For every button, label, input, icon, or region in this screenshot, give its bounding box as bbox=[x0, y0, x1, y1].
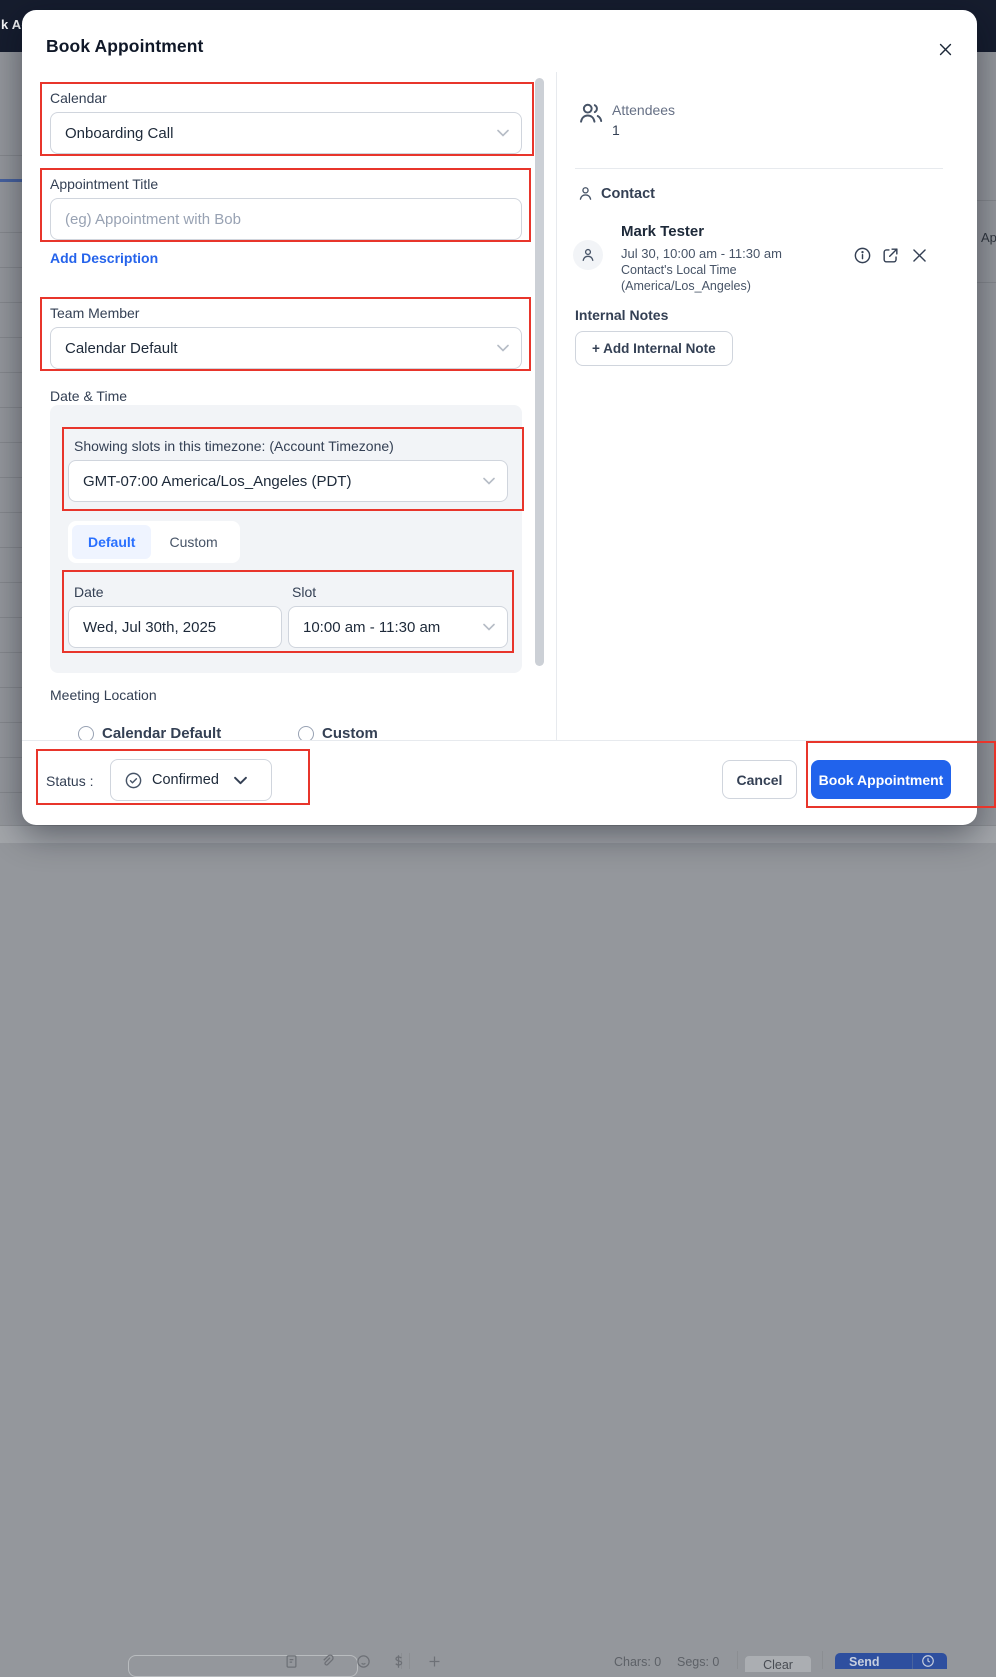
contact-avatar bbox=[573, 240, 603, 270]
chevron-down-icon bbox=[497, 344, 509, 352]
date-input[interactable]: Wed, Jul 30th, 2025 bbox=[68, 606, 282, 648]
location-option-label: Calendar Default bbox=[102, 725, 222, 740]
info-icon[interactable] bbox=[853, 246, 872, 265]
attachment-icon bbox=[320, 1654, 335, 1669]
remove-contact-icon[interactable] bbox=[910, 246, 929, 265]
contact-section-label: Contact bbox=[601, 186, 655, 202]
meeting-location-label: Meeting Location bbox=[50, 687, 157, 703]
date-label: Date bbox=[74, 584, 104, 600]
contact-timezone-line1: Contact's Local Time bbox=[621, 263, 737, 277]
emoji-icon bbox=[356, 1654, 371, 1669]
modal-title: Book Appointment bbox=[46, 36, 204, 56]
background-left-list-rows bbox=[0, 198, 23, 858]
internal-notes-label: Internal Notes bbox=[575, 307, 669, 323]
segment-count: Segs: 0 bbox=[677, 1655, 720, 1669]
template-icon bbox=[284, 1654, 299, 1669]
team-member-label: Team Member bbox=[50, 305, 140, 321]
send-button: Send bbox=[835, 1653, 947, 1669]
date-time-section-label: Date & Time bbox=[50, 388, 128, 404]
send-button-label: Send bbox=[849, 1655, 880, 1669]
add-internal-note-button[interactable]: + Add Internal Note bbox=[575, 331, 733, 366]
radio-icon bbox=[78, 725, 94, 740]
chevron-down-icon bbox=[483, 623, 495, 631]
chevron-down-icon bbox=[233, 776, 247, 784]
status-label: Status : bbox=[46, 773, 94, 789]
cancel-button[interactable]: Cancel bbox=[722, 760, 797, 799]
contact-icon bbox=[577, 185, 594, 202]
appointment-title-input[interactable] bbox=[50, 198, 522, 240]
timezone-select[interactable]: GMT-07:00 America/Los_Angeles (PDT) bbox=[68, 460, 508, 502]
slot-label: Slot bbox=[292, 584, 317, 600]
slot-select-value: 10:00 am - 11:30 am bbox=[303, 618, 441, 636]
calendar-select[interactable]: Onboarding Call bbox=[50, 112, 522, 154]
footer-divider bbox=[22, 740, 977, 741]
chevron-down-icon bbox=[497, 129, 509, 137]
team-member-select-value: Calendar Default bbox=[65, 339, 178, 357]
attendees-count: 1 bbox=[612, 122, 620, 138]
clear-button: Clear bbox=[744, 1655, 812, 1673]
left-panel-scrollbar[interactable] bbox=[535, 78, 544, 666]
location-option-label: Custom bbox=[322, 725, 378, 740]
status-dropdown[interactable]: Confirmed bbox=[110, 759, 272, 801]
divider bbox=[575, 168, 943, 169]
attendees-label: Attendees bbox=[612, 102, 676, 118]
timezone-label: Showing slots in this timezone: (Account… bbox=[74, 438, 394, 454]
add-icon bbox=[427, 1654, 442, 1669]
tab-default[interactable]: Default bbox=[72, 525, 152, 559]
location-option-calendar-default[interactable]: Calendar Default bbox=[78, 725, 221, 740]
tab-custom[interactable]: Custom bbox=[153, 525, 233, 559]
calendar-label: Calendar bbox=[50, 90, 107, 106]
schedule-send-icon bbox=[921, 1654, 935, 1668]
timezone-select-value: GMT-07:00 America/Los_Angeles (PDT) bbox=[83, 472, 352, 490]
background-right-text: Ap bbox=[981, 230, 996, 245]
divider bbox=[409, 1653, 410, 1669]
contact-appointment-time: Jul 30, 10:00 am - 11:30 am bbox=[621, 246, 782, 261]
char-count: Chars: 0 bbox=[614, 1655, 662, 1669]
date-input-value: Wed, Jul 30th, 2025 bbox=[83, 618, 217, 636]
contact-name: Mark Tester bbox=[621, 223, 705, 240]
chevron-down-icon bbox=[483, 477, 495, 485]
meeting-location-options: Calendar Default Custom bbox=[50, 715, 530, 740]
contact-timezone-line2: (America/Los_Angeles) bbox=[621, 279, 751, 293]
add-description-link[interactable]: Add Description bbox=[50, 250, 158, 266]
status-value: Confirmed bbox=[152, 772, 219, 788]
attendees-icon bbox=[578, 100, 604, 126]
open-contact-icon[interactable] bbox=[881, 246, 900, 265]
appointment-title-label: Appointment Title bbox=[50, 176, 159, 192]
check-circle-icon bbox=[124, 771, 143, 790]
divider bbox=[912, 1654, 913, 1669]
background-right-divider bbox=[977, 282, 996, 283]
team-member-select[interactable]: Calendar Default bbox=[50, 327, 522, 369]
divider bbox=[737, 1651, 738, 1669]
slot-select[interactable]: 10:00 am - 11:30 am bbox=[288, 606, 508, 648]
background-left-divider bbox=[0, 155, 23, 156]
book-appointment-modal: Book Appointment Calendar Onboarding Cal… bbox=[22, 10, 977, 825]
location-option-custom[interactable]: Custom bbox=[298, 725, 378, 740]
background-active-tab-indicator bbox=[0, 179, 23, 182]
divider bbox=[822, 1651, 823, 1669]
payment-icon bbox=[391, 1654, 406, 1669]
calendar-select-value: Onboarding Call bbox=[65, 124, 174, 142]
column-divider bbox=[556, 72, 557, 740]
book-appointment-button[interactable]: Book Appointment bbox=[811, 760, 951, 799]
background-message-toolbar: Chars: 0 Segs: 0 Clear Send bbox=[0, 825, 996, 1677]
radio-icon bbox=[298, 725, 314, 740]
close-icon[interactable] bbox=[930, 34, 960, 64]
slot-mode-tabs: Default Custom bbox=[68, 521, 240, 563]
background-right-divider bbox=[977, 200, 996, 201]
